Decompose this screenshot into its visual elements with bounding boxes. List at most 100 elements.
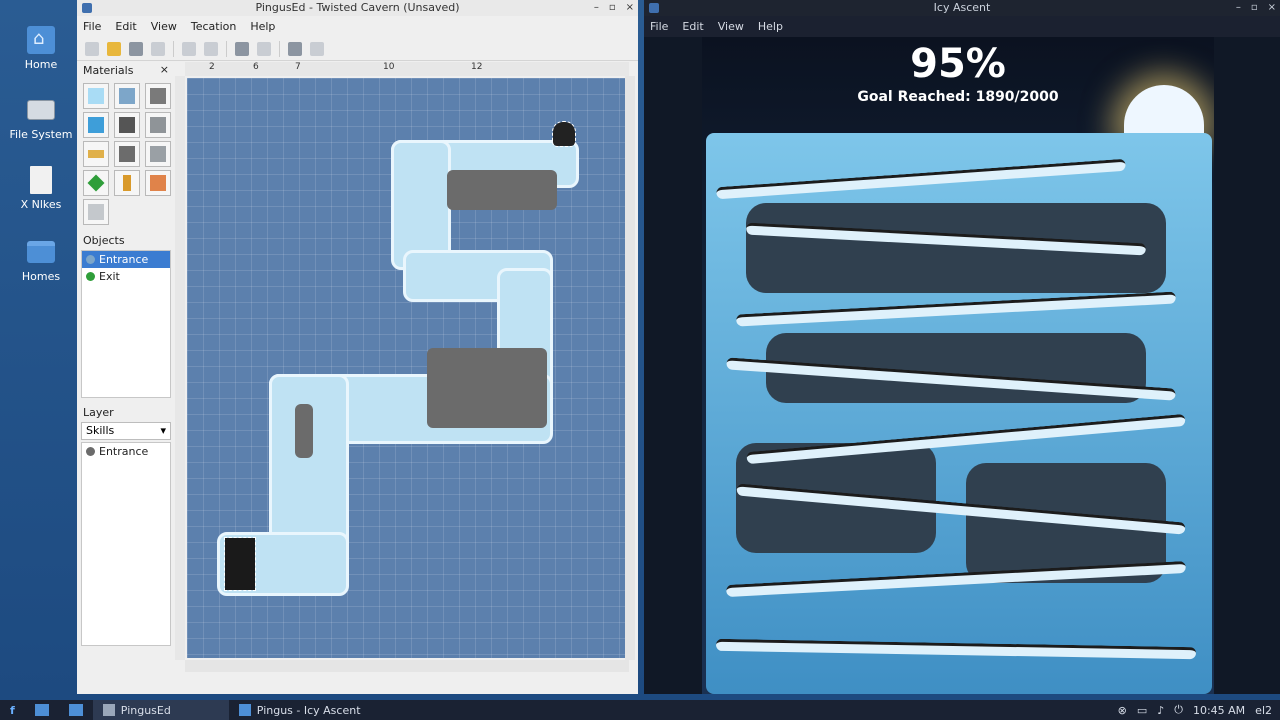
power-icon[interactable]: ⏻ (1174, 703, 1183, 717)
material-arrows[interactable] (145, 170, 171, 196)
close-icon[interactable]: × (160, 63, 169, 76)
minimize-button[interactable]: – (594, 0, 599, 16)
taskbar-app-label: Pingus - Icy Ascent (256, 703, 361, 717)
ruler-tick: 12 (471, 62, 483, 72)
material-gray-stone[interactable] (145, 83, 171, 109)
maximize-button[interactable]: ▫ (609, 0, 616, 16)
vertical-ruler (175, 76, 185, 660)
taskbar-app-pingused[interactable]: PingusEd (92, 700, 229, 720)
clock[interactable]: 10:45 AM (1193, 704, 1245, 717)
start-menu-button[interactable]: f (0, 700, 25, 720)
material-selection[interactable] (83, 199, 109, 225)
level-canvas[interactable]: 2 6 7 10 12 (175, 62, 635, 674)
glacier (706, 133, 1212, 694)
save-icon[interactable] (129, 41, 143, 56)
material-boulder[interactable] (114, 141, 140, 167)
layer-item-entrance[interactable]: Entrance (82, 443, 170, 460)
menu-view[interactable]: View (151, 20, 177, 33)
desktop-icon-label: Home (24, 58, 58, 71)
icy-ascent-window: Icy Ascent – ▫ × File Edit View Help 95%… (644, 0, 1280, 694)
penguin-path (716, 158, 1126, 200)
side-panel: Materials × Objects Entrance Exit Layer … (79, 62, 173, 668)
file-icon (30, 166, 52, 194)
menu-view[interactable]: View (718, 20, 744, 33)
redo-icon[interactable] (204, 41, 218, 56)
material-ice-block[interactable] (83, 83, 109, 109)
desktop-icon-home[interactable]: Home (6, 26, 76, 71)
desktop-icon-file-system[interactable]: File System (6, 96, 76, 141)
material-gem[interactable] (83, 170, 109, 196)
app-icon (649, 3, 659, 13)
system-tray: ⊗ ▭ ♪ ⏻ 10:45 AM el2 (1118, 703, 1280, 717)
grid-icon[interactable] (235, 41, 249, 56)
volume-icon[interactable]: ♪ (1157, 704, 1164, 717)
menu-tecation[interactable]: Tecation (191, 20, 236, 33)
objects-panel-title: Objects (79, 232, 173, 250)
material-bridge[interactable] (83, 141, 109, 167)
open-folder-icon[interactable] (107, 41, 121, 56)
layer-panel-title: Layer (79, 404, 173, 422)
desktop-icon-homes[interactable]: Homes (6, 238, 76, 283)
folder-icon (27, 241, 55, 263)
ruler-tick: 10 (383, 62, 395, 72)
delete-icon[interactable] (151, 41, 165, 56)
material-blue-stone[interactable] (114, 83, 140, 109)
penguin-entrance-marker[interactable] (224, 537, 256, 591)
display-icon[interactable]: ▭ (1137, 704, 1147, 717)
material-crystals[interactable] (145, 141, 171, 167)
print-icon[interactable] (288, 41, 302, 56)
horizontal-ruler: 2 6 7 10 12 (185, 62, 629, 76)
penguin-exit-marker[interactable] (552, 121, 576, 147)
menu-edit[interactable]: Edit (115, 20, 136, 33)
rock-cluster (447, 170, 557, 210)
taskbar: f PingusEd Pingus - Icy Ascent ⊗ ▭ ♪ ⏻ 1… (0, 700, 1280, 720)
ruler-tick: 6 (253, 62, 259, 72)
horizontal-scrollbar[interactable] (185, 660, 629, 672)
undo-icon[interactable] (182, 41, 196, 56)
desktop-icon-label: X Nlkes (20, 198, 62, 211)
drive-icon (27, 100, 55, 120)
menu-file[interactable]: File (650, 20, 668, 33)
material-spikes[interactable] (145, 112, 171, 138)
maximize-button[interactable]: ▫ (1251, 0, 1258, 16)
editor-menubar: File Edit View Tecation Help (77, 16, 638, 37)
material-ice-cube[interactable] (83, 112, 109, 138)
menu-help[interactable]: Help (758, 20, 783, 33)
object-label: Exit (99, 270, 120, 283)
taskbar-app-label: PingusEd (120, 703, 171, 717)
desktop-icon-file[interactable]: X Nlkes (6, 166, 76, 211)
game-title: Icy Ascent (933, 1, 991, 14)
tray-extra: el2 (1255, 703, 1272, 717)
menu-file[interactable]: File (83, 20, 101, 33)
minimize-button[interactable]: – (1236, 0, 1241, 16)
objects-list: Entrance Exit (81, 250, 171, 398)
pingused-window: PingusEd - Twisted Cavern (Unsaved) – ▫ … (77, 0, 638, 694)
menu-help[interactable]: Help (250, 20, 275, 33)
object-entrance[interactable]: Entrance (82, 251, 170, 268)
layer-dropdown[interactable]: Skills (81, 422, 171, 440)
editor-title: PingusEd - Twisted Cavern (Unsaved) (255, 1, 460, 14)
progress-percent: 95% (910, 41, 1006, 87)
tiles-icon[interactable] (257, 41, 271, 56)
grid-area[interactable] (187, 78, 625, 658)
material-rock[interactable] (114, 112, 140, 138)
object-exit[interactable]: Exit (82, 268, 170, 285)
layer-title: Layer (83, 406, 114, 419)
file-manager-icon[interactable] (25, 700, 59, 720)
close-button[interactable]: × (1268, 0, 1276, 16)
folder-icon[interactable] (59, 700, 93, 720)
new-file-icon[interactable] (85, 41, 99, 56)
menu-edit[interactable]: Edit (682, 20, 703, 33)
materials-title: Materials (83, 64, 134, 77)
vertical-scrollbar[interactable] (625, 76, 635, 660)
settings-icon[interactable] (310, 41, 324, 56)
game-menubar: File Edit View Help (644, 16, 1280, 37)
app-icon (82, 3, 92, 13)
game-viewport[interactable]: 95% Goal Reached: 1890/2000 (702, 37, 1214, 694)
taskbar-app-pingus[interactable]: Pingus - Icy Ascent (229, 700, 371, 720)
material-pillar[interactable] (114, 170, 140, 196)
toolbar-divider (279, 40, 280, 57)
close-button[interactable]: × (626, 0, 634, 16)
penguin-path (715, 638, 1197, 660)
network-icon[interactable]: ⊗ (1118, 704, 1127, 717)
